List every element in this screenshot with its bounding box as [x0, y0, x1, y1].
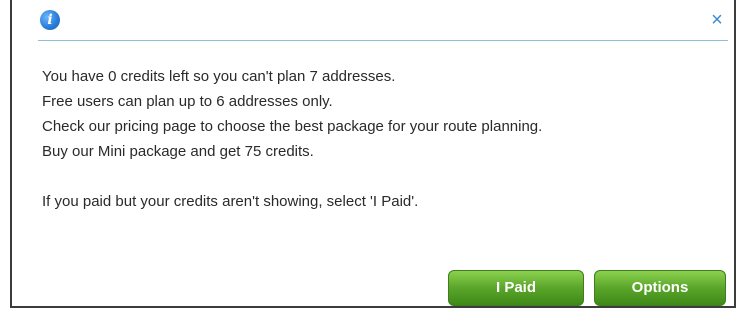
dialog-header: i ×	[38, 4, 728, 41]
dialog-message: You have 0 credits left so you can't pla…	[42, 64, 732, 214]
message-line: Buy our Mini package and get 75 credits.	[42, 143, 314, 160]
info-icon: i	[40, 10, 60, 30]
message-line: You have 0 credits left so you can't pla…	[42, 68, 396, 85]
credits-dialog: i × You have 0 credits left so you can't…	[10, 0, 736, 308]
message-line: Check our pricing page to choose the bes…	[42, 118, 543, 135]
close-icon[interactable]: ×	[706, 8, 728, 32]
payment-note: If you paid but your credits aren't show…	[42, 193, 419, 210]
options-button[interactable]: Options	[594, 270, 726, 306]
i-paid-button[interactable]: I Paid	[448, 270, 584, 306]
message-line: Free users can plan up to 6 addresses on…	[42, 93, 333, 110]
